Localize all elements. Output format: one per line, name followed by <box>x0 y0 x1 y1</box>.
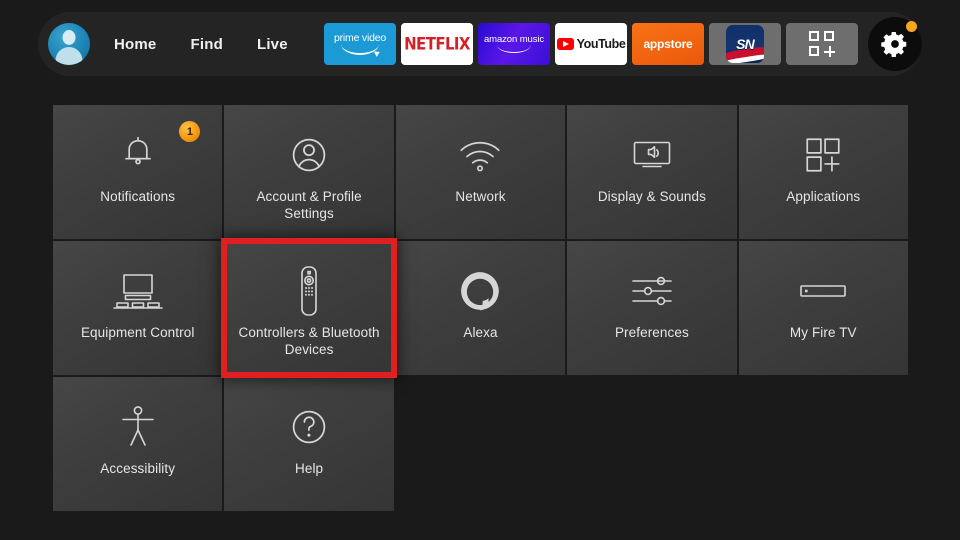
wifi-icon <box>457 131 503 179</box>
app-shortcut-sportsnet[interactable]: SN <box>709 23 781 65</box>
sportsnet-wordmark: SN <box>736 36 755 52</box>
amazon-smile-icon <box>497 45 531 54</box>
appstore-wordmark: appstore <box>643 37 693 51</box>
settings-tile-notifications[interactable]: 1 Notifications <box>53 105 223 239</box>
app-library-button[interactable] <box>786 23 858 65</box>
avatar-body-shape <box>55 47 83 65</box>
settings-tile-equipment-control[interactable]: Equipment Control <box>53 241 223 375</box>
plus-icon <box>824 46 835 57</box>
prime-video-smile-icon <box>341 44 379 56</box>
sliders-icon <box>628 267 676 315</box>
remote-control-icon <box>295 266 323 316</box>
app-shortcut-netflix[interactable]: NETFLIX <box>401 23 473 65</box>
settings-tile-label: Network <box>455 189 506 204</box>
gear-icon <box>881 32 907 57</box>
settings-button[interactable] <box>868 17 922 71</box>
settings-tile-label: Alexa <box>463 325 498 340</box>
fire-stick-icon <box>796 267 850 315</box>
grid-square-shape <box>824 31 834 41</box>
settings-tile-network[interactable]: Network <box>395 105 566 239</box>
settings-tile-my-fire-tv[interactable]: My Fire TV <box>738 241 908 375</box>
settings-notification-dot <box>906 21 917 32</box>
grid-square-shape <box>809 46 819 56</box>
notifications-count-badge: 1 <box>179 121 201 142</box>
tv-equipment-icon <box>111 267 165 315</box>
grid-square-shape <box>809 31 819 41</box>
prime-video-wordmark: prime video <box>333 31 387 44</box>
settings-tile-label: Notifications <box>100 189 176 204</box>
settings-tile-preferences[interactable]: Preferences <box>567 241 737 375</box>
amazon-music-wordmark: amazon music <box>483 33 545 45</box>
alexa-ring-icon <box>457 267 503 315</box>
settings-tile-help[interactable]: Help <box>224 377 394 511</box>
nav-links: Home Find Live <box>114 36 288 53</box>
tv-speaker-icon <box>626 131 678 179</box>
nav-item-live[interactable]: Live <box>257 36 288 53</box>
question-circle-icon <box>287 403 331 451</box>
settings-tile-accessibility[interactable]: Accessibility <box>53 377 223 511</box>
youtube-play-icon <box>556 38 574 50</box>
settings-tile-alexa[interactable]: Alexa <box>395 241 566 375</box>
youtube-wordmark: YouTube <box>576 37 626 51</box>
app-grid-plus-icon <box>802 131 844 179</box>
avatar-head-shape <box>62 30 76 45</box>
settings-tile-label: Accessibility <box>100 461 176 476</box>
settings-tile-display-sounds[interactable]: Display & Sounds <box>567 105 737 239</box>
settings-tile-account-profile-settings[interactable]: Account & Profile Settings <box>224 105 394 239</box>
sportsnet-logo: SN <box>726 25 764 63</box>
settings-tile-label: Controllers & Bluetooth Devices <box>238 325 380 357</box>
settings-tile-label: Preferences <box>614 325 689 340</box>
app-shortcut-amazon-music[interactable]: amazon music <box>478 23 550 65</box>
settings-tile-applications[interactable]: Applications <box>738 105 908 239</box>
settings-tile-grid: 1 Notifications Account & Profile Settin… <box>53 105 908 511</box>
app-shortcut-appstore[interactable]: appstore <box>632 23 704 65</box>
app-grid-plus-icon <box>809 31 835 57</box>
settings-tile-label: Applications <box>786 189 861 204</box>
netflix-wordmark: NETFLIX <box>404 33 470 55</box>
person-circle-icon <box>287 131 331 179</box>
settings-tile-label: Help <box>295 461 324 476</box>
nav-item-find[interactable]: Find <box>190 36 222 53</box>
app-shortcut-youtube[interactable]: YouTube <box>555 23 627 65</box>
top-navigation-bar: Home Find Live prime video NETFLIX amazo… <box>38 12 922 76</box>
settings-tile-label: Equipment Control <box>80 325 195 340</box>
settings-tile-label: Account & Profile Settings <box>256 189 362 221</box>
app-shortcuts: prime video NETFLIX amazon music YouTube… <box>324 23 858 65</box>
settings-tile-controllers-bluetooth-devices[interactable]: Controllers & Bluetooth Devices <box>221 238 397 378</box>
bell-icon <box>117 131 159 179</box>
app-shortcut-prime-video[interactable]: prime video <box>324 23 396 65</box>
profile-avatar[interactable] <box>48 23 90 65</box>
nav-item-home[interactable]: Home <box>114 36 156 53</box>
settings-tile-label: Display & Sounds <box>597 189 706 204</box>
settings-tile-label: My Fire TV <box>789 325 857 340</box>
accessibility-person-icon <box>117 403 159 451</box>
